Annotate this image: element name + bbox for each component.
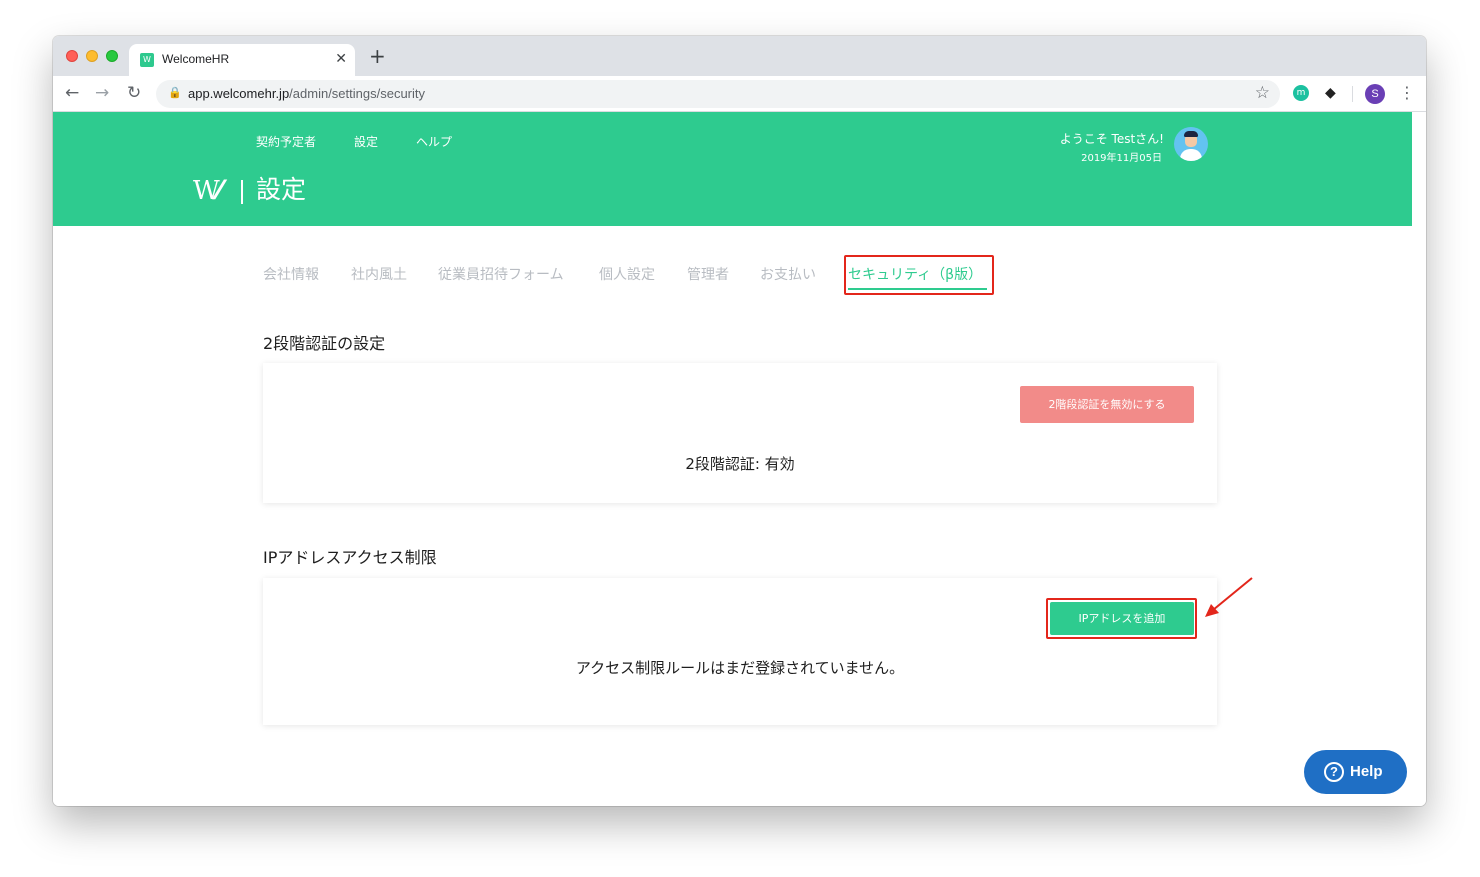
annotation-highlight-security-tab [844, 255, 994, 295]
nav-item-settings[interactable]: 設定 [354, 133, 378, 150]
browser-tab[interactable]: W WelcomeHR ✕ [129, 44, 355, 76]
ip-restriction-section-title: IPアドレスアクセス制限 [263, 548, 437, 567]
two-factor-section-title: 2段階認証の設定 [263, 334, 386, 353]
maximize-window-button[interactable] [106, 50, 118, 62]
tab-employee-invite-form[interactable]: 従業員招待フォーム [438, 264, 564, 284]
bookmark-star-icon[interactable]: ☆ [1255, 83, 1270, 103]
logo-divider [241, 180, 243, 204]
url-host: app.welcomehr.jp [188, 86, 290, 101]
ip-restriction-empty-message: アクセス制限ルールはまだ登録されていません。 [575, 659, 905, 677]
help-button-label: Help [1350, 763, 1383, 780]
profile-avatar[interactable]: S [1365, 84, 1385, 104]
back-arrow-icon[interactable]: ← [65, 83, 79, 103]
header-banner: 契約予定者 設定 ヘルプ W⁄⁄ 設定 ようこそ Testさん! 2019年11… [53, 112, 1412, 226]
forward-arrow-icon[interactable]: → [95, 83, 109, 103]
extension-owl-icon[interactable]: ◆ [1325, 84, 1339, 102]
welcomehr-favicon-icon: W [140, 53, 154, 67]
ip-restriction-card: IPアドレスを追加 アクセス制限ルールはまだ登録されていません。 [263, 578, 1217, 725]
page-content: 契約予定者 設定 ヘルプ W⁄⁄ 設定 ようこそ Testさん! 2019年11… [53, 112, 1426, 806]
tab-company-info[interactable]: 会社情報 [263, 264, 319, 284]
reload-icon[interactable]: ↻ [127, 83, 141, 103]
current-date: 2019年11月05日 [1081, 153, 1162, 164]
tab-personal-settings[interactable]: 個人設定 [599, 264, 655, 284]
new-tab-icon[interactable]: + [369, 46, 386, 66]
address-bar[interactable]: 🔒 app.welcomehr.jp/admin/settings/securi… [156, 80, 1280, 108]
two-factor-status: 2段階認証: 有効 [685, 455, 795, 473]
browser-toolbar: ← → ↻ 🔒 app.welcomehr.jp/admin/settings/… [53, 76, 1426, 112]
url-text: app.welcomehr.jp/admin/settings/security [188, 86, 425, 101]
disable-two-factor-button[interactable]: 2階段認証を無効にする [1020, 386, 1194, 423]
extension-m-icon[interactable]: m [1293, 85, 1309, 101]
page-title: 設定 [256, 175, 307, 204]
annotation-highlight-add-button [1046, 598, 1197, 639]
help-button[interactable]: ? Help [1304, 750, 1407, 794]
toolbar-divider [1352, 86, 1353, 102]
browser-window: W WelcomeHR ✕ + ← → ↻ 🔒 app.welcomehr.jp… [53, 36, 1426, 806]
lock-icon: 🔒 [168, 86, 182, 99]
close-window-button[interactable] [66, 50, 78, 62]
top-navigation: 契約予定者 設定 ヘルプ [256, 133, 490, 150]
question-mark-icon: ? [1324, 762, 1344, 782]
url-path: /admin/settings/security [289, 86, 426, 101]
welcome-message: ようこそ Testさん! [1059, 132, 1164, 146]
annotation-arrow-icon [1205, 577, 1253, 617]
tab-company-culture[interactable]: 社内風土 [351, 264, 407, 284]
close-tab-icon[interactable]: ✕ [335, 50, 347, 68]
browser-tabstrip: W WelcomeHR ✕ + [53, 36, 1426, 76]
minimize-window-button[interactable] [86, 50, 98, 62]
browser-menu-icon[interactable]: ⋮ [1399, 82, 1415, 104]
nav-item-contract-candidates[interactable]: 契約予定者 [256, 133, 316, 150]
tab-administrators[interactable]: 管理者 [687, 264, 729, 284]
welcomehr-logo[interactable]: W⁄⁄ [193, 176, 222, 206]
tab-title: WelcomeHR [162, 52, 230, 66]
nav-item-help[interactable]: ヘルプ [416, 133, 452, 150]
user-avatar[interactable] [1174, 127, 1208, 161]
tab-payment[interactable]: お支払い [760, 264, 816, 284]
two-factor-card: 2階段認証を無効にする 2段階認証: 有効 [263, 363, 1217, 503]
